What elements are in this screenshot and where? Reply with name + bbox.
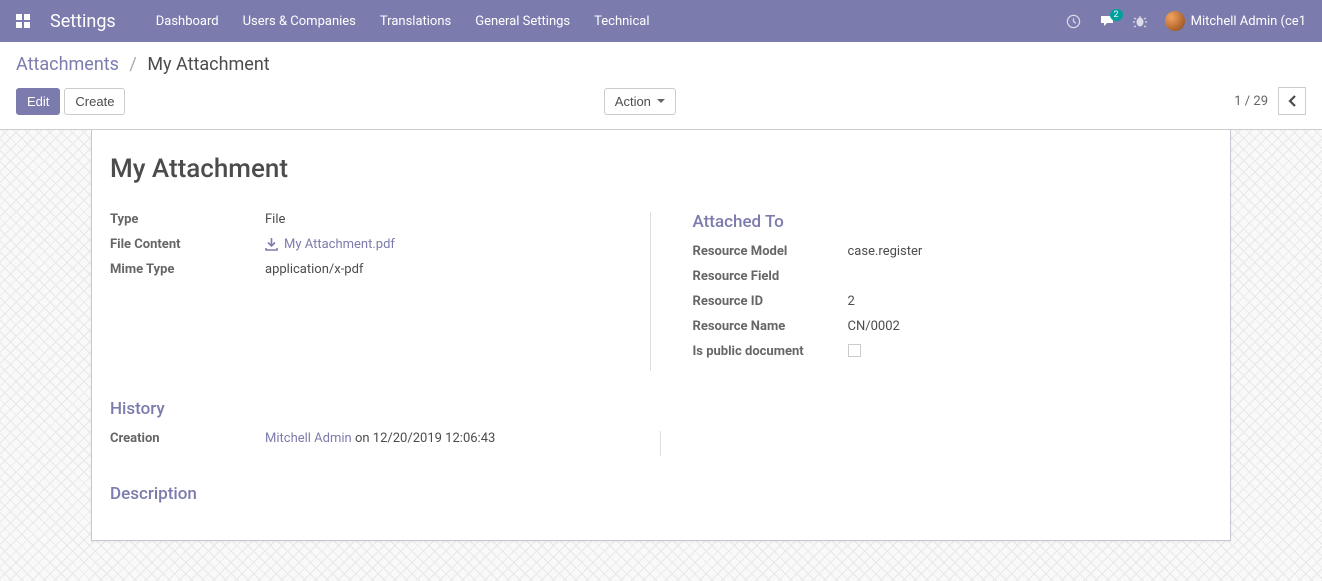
- pager-text[interactable]: 1 / 29: [1234, 94, 1268, 109]
- resource-id-value: 2: [848, 294, 855, 309]
- type-value: File: [265, 212, 285, 227]
- user-menu[interactable]: Mitchell Admin (ce1: [1165, 11, 1306, 31]
- file-content-label: File Content: [110, 237, 265, 252]
- form-view-bg: My Attachment Type File File Content My …: [0, 130, 1322, 581]
- type-label: Type: [110, 212, 265, 227]
- action-label: Action: [615, 94, 651, 109]
- form-right-column: Attached To Resource Model case.register…: [683, 212, 1213, 371]
- nav-link-dashboard[interactable]: Dashboard: [156, 14, 219, 29]
- apps-icon[interactable]: [16, 14, 30, 28]
- avatar: [1165, 11, 1185, 31]
- resource-name-value: CN/0002: [848, 319, 900, 334]
- page-title: My Attachment: [110, 154, 1212, 184]
- mime-type-label: Mime Type: [110, 262, 265, 277]
- creation-suffix: on 12/20/2019 12:06:43: [352, 431, 496, 446]
- bug-icon[interactable]: [1133, 14, 1147, 29]
- nav-link-users[interactable]: Users & Companies: [243, 14, 356, 29]
- breadcrumb-current: My Attachment: [147, 54, 269, 75]
- resource-model-value: case.register: [848, 244, 923, 259]
- creation-value: Mitchell Admin on 12/20/2019 12:06:43: [265, 431, 495, 446]
- breadcrumb-parent[interactable]: Attachments: [16, 54, 119, 75]
- resource-id-label: Resource ID: [693, 294, 848, 309]
- app-title: Settings: [50, 11, 116, 32]
- description-title: Description: [110, 484, 1212, 504]
- file-content-link[interactable]: My Attachment.pdf: [265, 237, 395, 252]
- user-name: Mitchell Admin (ce1: [1191, 14, 1306, 29]
- nav-right: 2 Mitchell Admin (ce1: [1066, 11, 1306, 31]
- is-public-checkbox: [848, 344, 861, 357]
- history-title: History: [110, 399, 1212, 419]
- creation-user-link[interactable]: Mitchell Admin: [265, 431, 352, 446]
- chat-icon[interactable]: 2: [1099, 14, 1115, 29]
- pager-prev-button[interactable]: [1278, 87, 1306, 115]
- caret-down-icon: [657, 99, 665, 103]
- attached-to-title: Attached To: [693, 212, 1213, 232]
- form-sheet: My Attachment Type File File Content My …: [91, 130, 1231, 541]
- resource-field-label: Resource Field: [693, 269, 848, 284]
- resource-model-label: Resource Model: [693, 244, 848, 259]
- resource-name-label: Resource Name: [693, 319, 848, 334]
- file-content-value: My Attachment.pdf: [284, 237, 395, 252]
- edit-button[interactable]: Edit: [16, 88, 60, 115]
- nav-links: Dashboard Users & Companies Translations…: [156, 14, 650, 29]
- breadcrumb: Attachments / My Attachment: [16, 54, 1306, 75]
- nav-link-general[interactable]: General Settings: [475, 14, 570, 29]
- download-icon: [265, 238, 278, 251]
- clock-icon[interactable]: [1066, 14, 1081, 29]
- top-navbar: Settings Dashboard Users & Companies Tra…: [0, 0, 1322, 42]
- is-public-label: Is public document: [693, 344, 848, 359]
- action-dropdown[interactable]: Action: [604, 88, 676, 115]
- nav-link-translations[interactable]: Translations: [380, 14, 451, 29]
- mime-type-value: application/x-pdf: [265, 262, 363, 277]
- nav-link-technical[interactable]: Technical: [594, 14, 649, 29]
- breadcrumb-separator: /: [129, 54, 136, 75]
- control-panel: Attachments / My Attachment Edit Create …: [0, 42, 1322, 130]
- creation-label: Creation: [110, 431, 265, 446]
- create-button[interactable]: Create: [64, 88, 125, 115]
- form-left-column: Type File File Content My Attachment.pdf…: [110, 212, 651, 371]
- chat-badge: 2: [1110, 9, 1123, 21]
